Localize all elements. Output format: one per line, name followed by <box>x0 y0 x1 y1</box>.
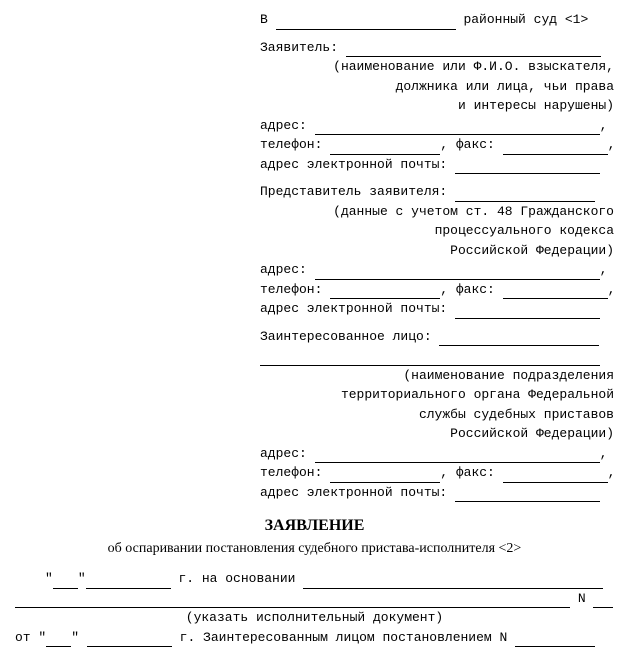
from-label: от " <box>15 630 46 645</box>
basis-line-2: N <box>15 589 614 609</box>
representative-phone-blank[interactable] <box>330 285 440 299</box>
applicant-email-label: адрес электронной почты: <box>260 157 447 172</box>
applicant-note-1: (наименование или Ф.И.О. взыскателя, <box>260 57 614 77</box>
interested-address-line: адрес: , <box>260 444 614 464</box>
month-blank[interactable] <box>86 575 171 589</box>
interested-email-label: адрес электронной почты: <box>260 485 447 500</box>
from-date-line: от " " г. Заинтересованным лицом постанов… <box>15 628 614 648</box>
court-line: В районный суд <1> <box>260 10 614 30</box>
representative-label: Представитель заявителя: <box>260 184 447 199</box>
representative-phone-label: телефон: <box>260 282 322 297</box>
n-blank[interactable] <box>593 594 613 608</box>
representative-fax-label: , факс: <box>440 282 495 297</box>
representative-address-blank[interactable] <box>315 266 600 280</box>
applicant-email-blank[interactable] <box>455 160 600 174</box>
representative-note-3: Российской Федерации) <box>260 241 614 261</box>
interested-note-4: Российской Федерации) <box>260 424 614 444</box>
from-n-blank[interactable] <box>515 633 595 647</box>
interested-phone-line: телефон: , факс: , <box>260 463 614 483</box>
applicant-line: Заявитель: <box>260 38 614 58</box>
applicant-address-label: адрес: <box>260 118 307 133</box>
representative-fax-blank[interactable] <box>503 285 608 299</box>
representative-note-2: процессуального кодекса <box>260 221 614 241</box>
applicant-address-line: адрес: , <box>260 116 614 136</box>
from-year-label: г. Заинтересованным лицом постановлением… <box>180 630 508 645</box>
applicant-email-line: адрес электронной почты: <box>260 155 614 175</box>
year-label: г. на основании <box>178 571 295 586</box>
to-suffix: районный суд <1> <box>463 12 588 27</box>
interested-email-line: адрес электронной почты: <box>260 483 614 503</box>
from-month-blank[interactable] <box>87 633 172 647</box>
interested-blank-2[interactable] <box>260 352 600 366</box>
applicant-phone-label: телефон: <box>260 137 322 152</box>
doc-subtitle: об оспаривании постановления судебного п… <box>15 538 614 559</box>
representative-email-blank[interactable] <box>455 305 600 319</box>
interested-note-1: (наименование подразделения <box>260 366 614 386</box>
interested-label: Заинтересованное лицо: <box>260 329 432 344</box>
applicant-note-3: и интересы нарушены) <box>260 96 614 116</box>
interested-address-label: адрес: <box>260 446 307 461</box>
interested-fax-blank[interactable] <box>503 469 608 483</box>
applicant-blank[interactable] <box>346 43 601 57</box>
basis-caption: (указать исполнительный документ) <box>15 608 614 628</box>
applicant-note-2: должника или лица, чьи права <box>260 77 614 97</box>
representative-note-1: (данные с учетом ст. 48 Гражданского <box>260 202 614 222</box>
court-blank[interactable] <box>276 16 456 30</box>
interested-phone-label: телефон: <box>260 465 322 480</box>
representative-line: Представитель заявителя: <box>260 182 614 202</box>
representative-address-line: адрес: , <box>260 260 614 280</box>
to-prefix: В <box>260 12 268 27</box>
interested-note-3: службы судебных приставов <box>260 405 614 425</box>
interested-address-blank[interactable] <box>315 449 600 463</box>
applicant-phone-line: телефон: , факс: , <box>260 135 614 155</box>
from-day-blank[interactable] <box>46 633 71 647</box>
basis-date-line: " " г. на основании <box>15 569 614 589</box>
from-quote-close: " <box>71 630 79 645</box>
representative-blank[interactable] <box>455 188 595 202</box>
interested-phone-blank[interactable] <box>330 469 440 483</box>
applicant-label: Заявитель: <box>260 40 338 55</box>
suffix-n: N <box>578 591 586 606</box>
quote-open-1: " <box>45 571 53 586</box>
representative-address-label: адрес: <box>260 262 307 277</box>
interested-line: Заинтересованное лицо: <box>260 327 614 347</box>
representative-email-label: адрес электронной почты: <box>260 301 447 316</box>
basis-blank[interactable] <box>303 575 603 589</box>
interested-note-2: территориального органа Федеральной <box>260 385 614 405</box>
representative-email-line: адрес электронной почты: <box>260 299 614 319</box>
representative-phone-line: телефон: , факс: , <box>260 280 614 300</box>
applicant-phone-blank[interactable] <box>330 141 440 155</box>
basis-blank-2[interactable] <box>15 594 570 608</box>
interested-email-blank[interactable] <box>455 488 600 502</box>
interested-fax-label: , факс: <box>440 465 495 480</box>
applicant-address-blank[interactable] <box>315 121 600 135</box>
quote-close-1: " <box>78 571 86 586</box>
doc-title: ЗАЯВЛЕНИЕ <box>15 514 614 538</box>
applicant-fax-label: , факс: <box>440 137 495 152</box>
applicant-fax-blank[interactable] <box>503 141 608 155</box>
interested-blank[interactable] <box>439 332 599 346</box>
day-blank[interactable] <box>53 575 78 589</box>
